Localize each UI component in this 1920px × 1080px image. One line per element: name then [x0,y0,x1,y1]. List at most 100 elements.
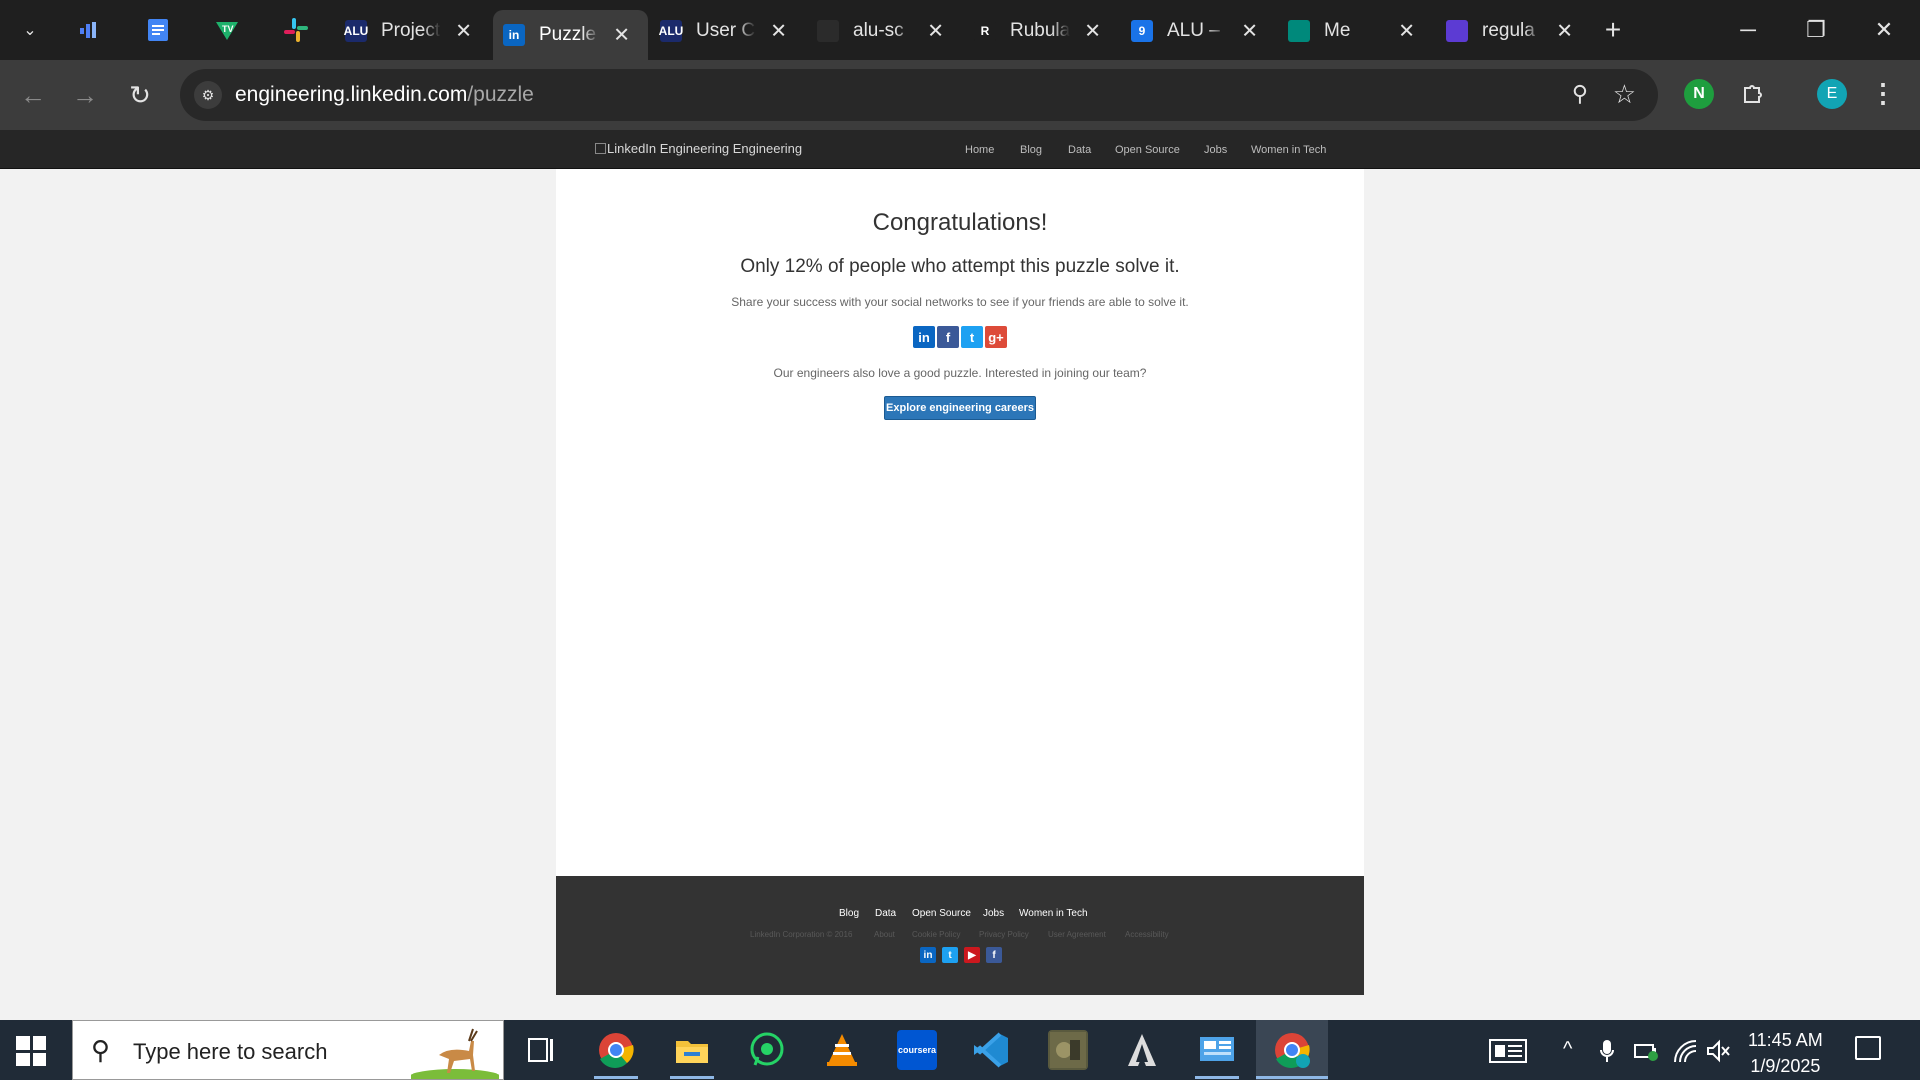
site-footer: Blog Data Open Source Jobs Women in Tech… [556,876,1364,995]
google-classroom-icon: 9 [1131,20,1153,42]
twitter-icon[interactable]: t [942,947,958,963]
address-bar[interactable]: ⚙ engineering.linkedin.com/puzzle ⚲ ☆ [180,69,1658,121]
nav-blog[interactable]: Blog [1020,144,1042,156]
bookmark-star-icon[interactable]: ☆ [1613,79,1636,110]
twitter-icon[interactable]: t [961,326,983,348]
windows-start-icon[interactable] [16,1036,46,1066]
footer-link-women-in-tech[interactable]: Women in Tech [1019,908,1088,919]
tab-close-icon[interactable]: ✕ [1084,19,1101,44]
github-icon [817,20,839,42]
browser-tab[interactable]: R Rubula ✕ [964,10,1119,52]
nav-open-source[interactable]: Open Source [1115,144,1180,156]
site-info-icon[interactable]: ⚙ [194,81,222,109]
browser-tab[interactable]: ALU Project ✕ [335,10,490,52]
footer-link-accessibility[interactable]: Accessibility [1125,930,1169,939]
google-plus-icon[interactable]: g+ [985,326,1007,348]
new-tab-button[interactable]: + [1597,14,1629,46]
browser-tab[interactable]: in Puzzle ✕ [493,10,648,60]
tab-close-icon[interactable]: ✕ [1556,19,1573,44]
reload-button[interactable]: ↻ [121,76,159,114]
pinned-tab-docs[interactable] [142,14,174,46]
footer-copyright: LinkedIn Corporation © 2016 [750,930,853,939]
chrome-menu-icon[interactable]: ⋮ [1870,78,1896,109]
taskbar-search-box[interactable]: ⚲ Type here to search [72,1020,504,1080]
google-docs-icon [148,19,168,41]
control-panel-icon[interactable] [1197,1030,1237,1070]
alu-icon: ALU [344,20,368,42]
notification-center-icon[interactable] [1855,1036,1881,1060]
battery-icon[interactable] [1633,1038,1659,1070]
footer-link-user-agreement[interactable]: User Agreement [1048,930,1106,939]
microphone-icon[interactable] [1599,1038,1615,1070]
tab-search-chevron-icon[interactable]: ⌄ [14,14,46,46]
site-header: LinkedIn Engineering Engineering Home Bl… [0,130,1920,169]
footer-link-cookie-policy[interactable]: Cookie Policy [912,930,960,939]
browser-tab[interactable]: ALU User C ✕ [650,10,805,52]
tab-title: Project [381,20,441,41]
coursera-icon[interactable]: coursera [897,1030,937,1070]
tab-close-icon[interactable]: ✕ [613,23,630,48]
nav-women-in-tech[interactable]: Women in Tech [1251,144,1326,156]
footer-link-blog[interactable]: Blog [839,908,859,919]
tab-close-icon[interactable]: ✕ [1241,19,1258,44]
footer-link-open-source[interactable]: Open Source [912,908,971,919]
browser-tab[interactable]: Me ✕ [1278,10,1433,52]
back-button[interactable]: ← [14,76,52,114]
tab-close-icon[interactable]: ✕ [1398,19,1415,44]
tab-close-icon[interactable]: ✕ [927,19,944,44]
footer-link-data[interactable]: Data [875,908,896,919]
file-explorer-icon[interactable] [672,1030,712,1070]
pinned-tab-tradingview[interactable]: TV [211,14,243,46]
nav-data[interactable]: Data [1068,144,1091,156]
linkedin-icon[interactable]: in [920,947,936,963]
browser-tab[interactable]: alu-sc ✕ [807,10,962,52]
chrome-icon[interactable] [596,1030,636,1070]
footer-link-about[interactable]: About [874,930,895,939]
broken-image-icon [595,143,606,154]
show-hidden-icons-chevron-icon[interactable]: ^ [1563,1038,1572,1061]
nav-jobs[interactable]: Jobs [1204,144,1227,156]
analytics-icon [80,22,96,38]
vscode-icon[interactable] [972,1030,1012,1070]
tab-close-icon[interactable]: ✕ [770,19,787,44]
volume-muted-icon[interactable] [1705,1038,1731,1070]
url-text[interactable]: engineering.linkedin.com/puzzle [235,83,534,107]
browser-tab[interactable]: regula ✕ [1436,10,1591,52]
youtube-icon[interactable]: ▶ [964,947,980,963]
tab-title: alu-sc [853,20,904,41]
pinned-tab-slack[interactable] [280,14,312,46]
minimize-button[interactable]: ─ [1725,10,1771,50]
profile-avatar[interactable]: E [1817,79,1847,109]
nav-home[interactable]: Home [965,144,994,156]
forward-button[interactable]: → [66,76,104,114]
extensions-puzzle-icon[interactable] [1738,79,1768,109]
tab-title: regula [1482,20,1535,41]
url-domain: engineering.linkedin.com [235,83,468,106]
close-window-button[interactable]: ✕ [1861,10,1907,50]
game-icon[interactable] [1048,1030,1088,1070]
pinned-tab-analytics[interactable] [72,14,104,46]
facebook-icon[interactable]: f [986,947,1002,963]
site-logo[interactable]: LinkedIn Engineering Engineering [595,141,802,156]
footer-link-privacy-policy[interactable]: Privacy Policy [979,930,1029,939]
tab-close-icon[interactable]: ✕ [455,19,472,44]
browser-tab[interactable]: 9 ALU – ✕ [1121,10,1276,52]
wifi-icon[interactable] [1672,1038,1698,1070]
system-clock[interactable]: 11:45 AM 1/9/2025 [1748,1027,1823,1079]
footer-link-jobs[interactable]: Jobs [983,908,1004,919]
news-widget-icon[interactable] [1488,1038,1528,1070]
zoom-icon[interactable]: ⚲ [1572,81,1588,107]
task-view-icon[interactable] [521,1030,561,1070]
restore-button[interactable]: ❐ [1793,10,1839,50]
facebook-icon[interactable]: f [937,326,959,348]
vlc-icon[interactable] [822,1030,862,1070]
extension-n-icon[interactable]: N [1684,79,1714,109]
chrome-profile-icon[interactable] [1272,1030,1312,1070]
active-app-indicator [1256,1076,1328,1079]
explore-careers-button[interactable]: Explore engineering careers [884,396,1036,420]
assassins-creed-icon[interactable] [1122,1030,1162,1070]
main-content: Congratulations! Only 12% of people who … [556,169,1364,876]
whatsapp-icon[interactable] [747,1030,787,1070]
linkedin-icon[interactable]: in [913,326,935,348]
slack-icon [284,18,308,42]
